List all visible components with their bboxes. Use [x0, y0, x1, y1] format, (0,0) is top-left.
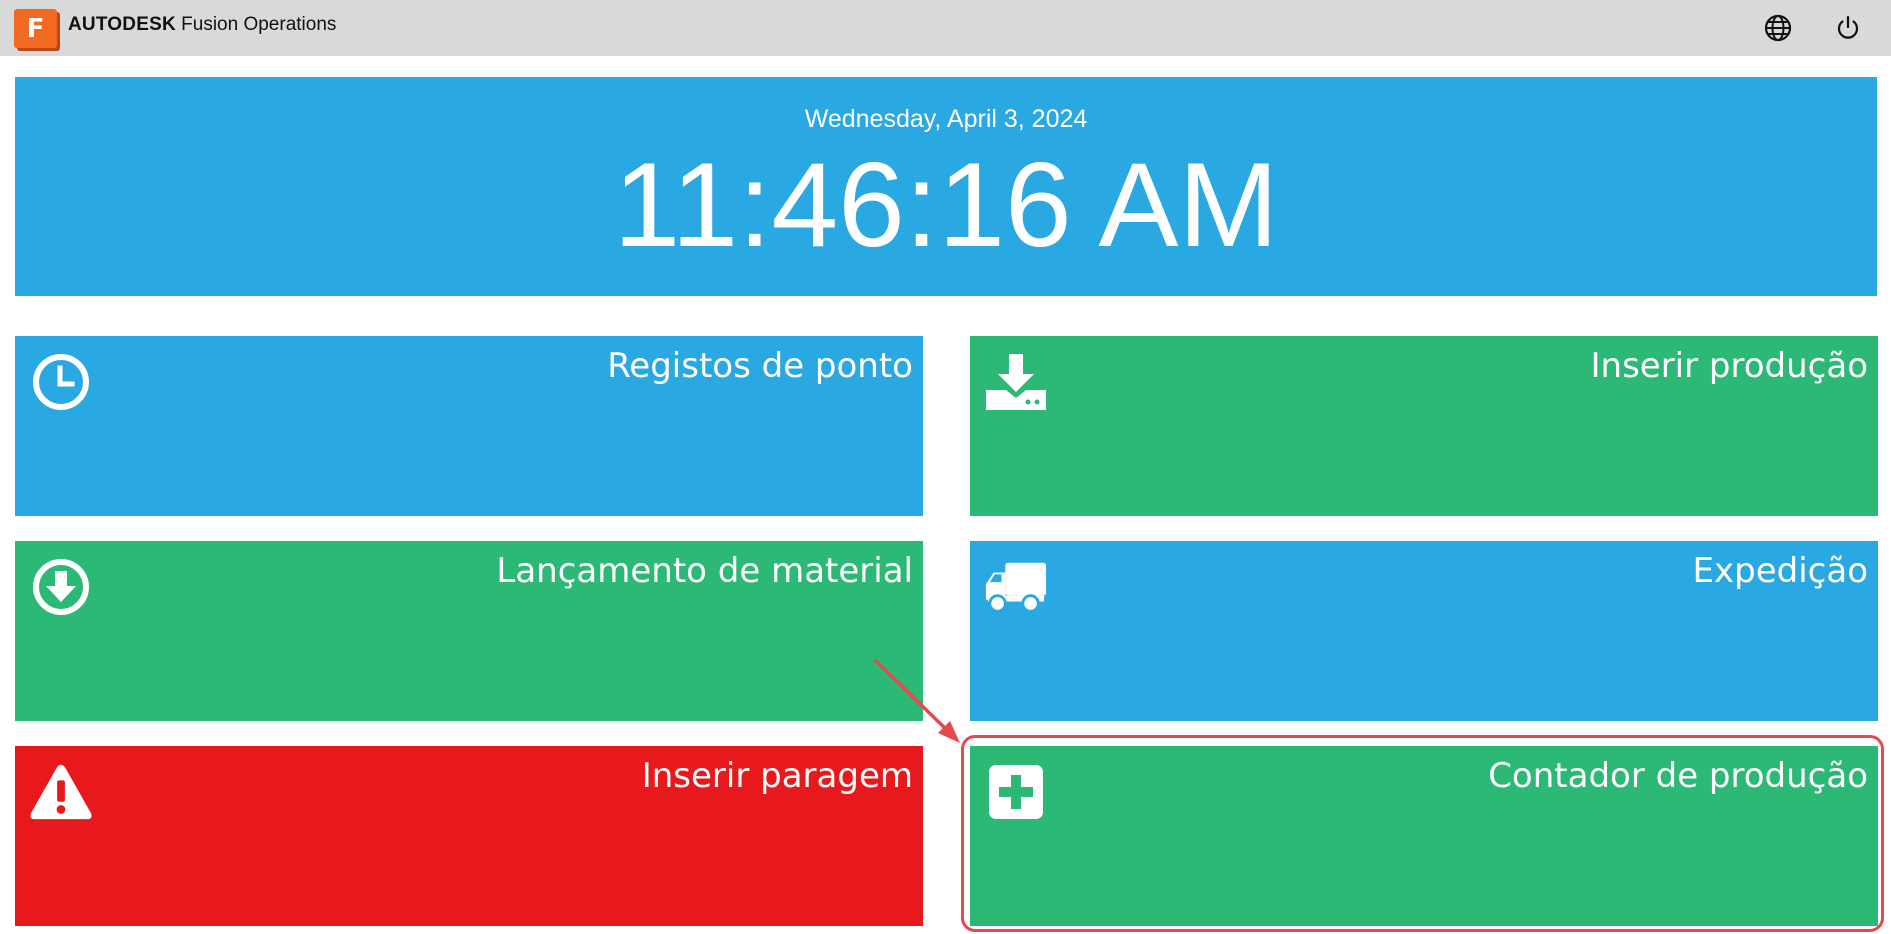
current-time: 11:46:16 AM: [613, 138, 1279, 272]
clock-panel: Wednesday, April 3, 2024 11:46:16 AM: [15, 77, 1877, 296]
clock-icon: [29, 350, 93, 414]
tile-label: Inserir paragem: [641, 756, 913, 796]
tile-registos-de-ponto[interactable]: Registos de ponto: [15, 336, 923, 516]
download-tray-icon: [984, 350, 1048, 414]
tile-label: Registos de ponto: [607, 346, 913, 386]
fusion-logo: F: [14, 9, 57, 48]
brand-name: AUTODESK: [68, 14, 176, 35]
tile-contador-de-producao[interactable]: Contador de produção: [970, 746, 1878, 926]
product-name: Fusion Operations: [181, 14, 337, 35]
logo-letter: F: [26, 13, 45, 44]
tile-expedicao[interactable]: Expedição: [970, 541, 1878, 721]
globe-icon: [1764, 14, 1792, 42]
tile-inserir-producao[interactable]: Inserir produção: [970, 336, 1878, 516]
tile-label: Lançamento de material: [496, 551, 913, 591]
tile-label: Inserir produção: [1590, 346, 1869, 386]
language-button[interactable]: [1762, 12, 1794, 44]
tile-label: Contador de produção: [1488, 756, 1868, 796]
tile-lancamento-de-material[interactable]: Lançamento de material: [15, 541, 923, 721]
arrow-down-circle-icon: [29, 555, 93, 619]
truck-icon: [984, 555, 1048, 619]
logout-button[interactable]: [1832, 12, 1864, 44]
top-bar: F AUTODESK Fusion Operations: [0, 0, 1891, 56]
tile-label: Expedição: [1692, 551, 1868, 591]
power-icon: [1837, 15, 1859, 39]
warning-icon: [29, 760, 93, 824]
plus-square-icon: [984, 760, 1048, 824]
tile-inserir-paragem[interactable]: Inserir paragem: [15, 746, 923, 926]
app-title: AUTODESK Fusion Operations: [68, 14, 336, 36]
current-date: Wednesday, April 3, 2024: [804, 105, 1088, 133]
